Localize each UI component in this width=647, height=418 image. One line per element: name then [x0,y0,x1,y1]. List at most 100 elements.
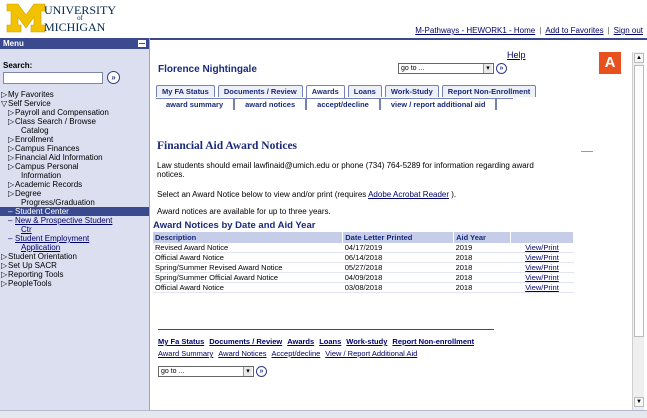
minimize-icon[interactable] [138,40,146,47]
tab-documents-review[interactable]: Documents / Review [217,85,303,97]
view-print-link[interactable]: View/Print [510,272,574,283]
university-wordmark: UNIVERSITY of MICHIGAN [44,4,116,33]
sidebar-item[interactable]: ▷PeopleTools [0,279,149,288]
block-m-logo-icon [6,3,46,33]
sidebar-item-label: Campus Personal [15,162,79,171]
sidebar-menu: Menu Search: » ▷My Favorites ▽Self Servic… [0,38,150,410]
sidebar-item[interactable]: Information [0,171,149,180]
sidebar-item[interactable]: – New & Prospective Student [0,216,149,225]
tab-report-non-enrollment[interactable]: Report Non-Enrollment [441,85,537,97]
view-print-link[interactable]: View/Print [510,282,574,293]
select-notice-instructions: Select an Award Notice below to view and… [157,190,457,199]
column-header-action [510,232,574,243]
table-row: Official Award Notice 06/14/2018 2018 View/… [153,252,574,263]
subtab-view-report-additional-aid[interactable]: view / report additional aid [381,99,498,110]
footer-link-accept-decline[interactable]: Accept/decline [272,349,321,358]
footer-link-my-fa-status[interactable]: My Fa Status [158,337,204,346]
sidebar-item[interactable]: Progress/Graduation [0,198,149,207]
tab-work-study[interactable]: Work-Study [384,85,439,97]
sidebar-item[interactable]: – Student Center [0,207,149,216]
top-header: M-Pathways - HEWORK1 - Home | Add to Favor… [150,0,647,38]
sidebar-item[interactable]: ▷Degree [0,189,149,198]
sidebar-item-label: Payroll and Compensation [15,108,109,117]
tree-bullet-icon: ▷ [1,270,8,279]
sidebar-item[interactable]: ▷Enrollment [0,135,149,144]
go-arrow-icon[interactable]: » [256,366,267,377]
adobe-reader-link[interactable]: Adobe Acrobat Reader [368,190,449,199]
sidebar-item-label: Student Center [15,207,69,216]
tab-my-fa-status[interactable]: My FA Status [156,85,215,97]
sidebar-item[interactable]: ▷Payroll and Compensation [0,108,149,117]
footer-link-work-study[interactable]: Work-study [346,337,387,346]
tree-bullet-icon: ▷ [8,189,15,198]
help-link[interactable]: Help [507,50,526,60]
subtab-accept-decline[interactable]: accept/decline [307,99,381,110]
sidebar-item[interactable]: ▷My Favorites [0,90,149,99]
search-row: » [3,71,149,84]
scroll-up-icon[interactable]: ▲ [634,53,644,63]
add-to-favorites-link[interactable]: Add to Favorites [545,26,603,35]
sidebar-item[interactable]: ▷Campus Personal [0,162,149,171]
cell-description: Revised Award Notice [153,243,343,253]
sidebar-item[interactable]: ▷Reporting Tools [0,270,149,279]
tree-bullet-icon: ▷ [8,144,15,153]
goto-top: go to ... » [398,63,507,74]
cell-aid-year: 2018 [453,282,511,293]
footer-link-award-notices[interactable]: Award Notices [218,349,266,358]
footer-link-report-non-enrollment[interactable]: Report Non-enrollment [392,337,474,346]
view-print-link[interactable]: View/Print [510,243,574,253]
sidebar-item[interactable]: – Student Employment [0,234,149,243]
sidebar-item-label: PeopleTools [8,279,52,288]
goto-select-bottom[interactable]: go to ... [158,366,254,377]
tab-awards[interactable]: Awards [305,85,345,98]
view-print-link[interactable]: View/Print [510,262,574,273]
sidebar-item[interactable]: ▷Set Up SACR [0,261,149,270]
menu-header: Menu [0,38,149,49]
sidebar-item-label: Set Up SACR [8,261,57,270]
sidebar-item-label: Campus Finances [15,144,80,153]
sidebar-item[interactable]: ▷Class Search / Browse [0,117,149,126]
sidebar-item[interactable]: ▷Campus Finances [0,144,149,153]
sidebar-item[interactable]: ▷Academic Records [0,180,149,189]
tree-bullet-icon: – [8,234,13,243]
sidebar-item[interactable]: ▷Student Orientation [0,252,149,261]
student-name: Florence Nightingale [158,64,257,75]
cell-aid-year: 2018 [453,272,511,283]
search-go-button[interactable]: » [107,71,120,84]
footer-link-view-report-additional-aid[interactable]: View / Report Additional Aid [325,349,417,358]
sidebar-item-label: Student Orientation [8,252,77,261]
cell-description: Spring/Summer Official Award Notice [153,272,343,283]
sign-out-link[interactable]: Sign out [614,26,643,35]
footer-link-awards[interactable]: Awards [287,337,314,346]
go-arrow-icon[interactable]: » [496,63,507,74]
sidebar-item[interactable]: Ctr [0,225,149,234]
goto-select[interactable]: go to ... [398,63,494,74]
sidebar-item[interactable]: ▽Self Service [0,99,149,108]
tab-loans[interactable]: Loans [347,85,382,97]
footer-link-documents-review[interactable]: Documents / Review [209,337,282,346]
cell-description: Official Award Notice [153,252,343,263]
sidebar-item[interactable]: Catalog [0,126,149,135]
search-label: Search: [3,61,33,70]
vertical-scrollbar[interactable]: ▲ ▼ [632,52,644,410]
search-input[interactable] [3,71,103,84]
tree-bullet-icon: ▽ [1,99,8,108]
sidebar-item[interactable]: Application [0,243,149,252]
sidebar-item-label: Enrollment [15,135,54,144]
main-content: Help Florence Nightingale go to ... » My… [151,40,631,410]
home-link[interactable]: M-Pathways - HEWORK1 - Home [415,26,535,35]
sidebar-item-label: Degree [15,189,42,198]
subtab-award-notices[interactable]: award notices [235,99,308,110]
scroll-down-icon[interactable]: ▼ [634,397,644,407]
footer-divider [158,329,494,330]
subtab-award-summary[interactable]: award summary [156,99,236,110]
footer-link-award-summary[interactable]: Award Summary [158,349,213,358]
tree-bullet-icon: – [8,216,13,225]
cell-date: 05/27/2018 [342,262,454,273]
sidebar-item-label: Student Employment [15,234,90,243]
view-print-link[interactable]: View/Print [510,252,574,263]
sidebar-item[interactable]: ▷Financial Aid Information [0,153,149,162]
footer-link-loans[interactable]: Loans [319,337,341,346]
sidebar-item-label: My Favorites [8,90,54,99]
scroll-thumb[interactable] [634,65,644,337]
